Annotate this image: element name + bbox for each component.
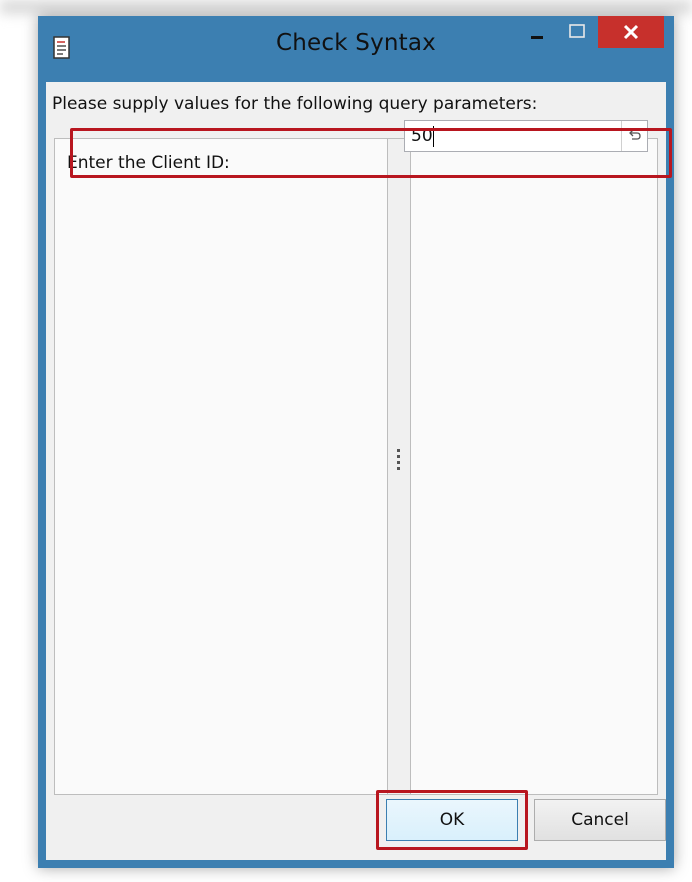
cancel-button[interactable]: Cancel [534,799,666,841]
ok-button-highlight [376,790,528,850]
close-icon [623,24,639,40]
title-bar[interactable]: Check Syntax [38,16,674,82]
parameter-row-highlight [70,128,672,178]
maximize-icon [569,24,585,38]
minimize-icon [531,36,543,39]
close-button[interactable] [598,16,664,48]
dialog-body: Please supply values for the following q… [46,82,666,860]
maximize-button[interactable] [558,16,596,48]
prompt-text: Please supply values for the following q… [52,94,538,114]
parameters-grid: Enter the Client ID: [54,138,658,795]
minimize-button[interactable] [518,16,556,48]
background-shadow [0,0,692,14]
column-splitter[interactable] [387,139,411,794]
